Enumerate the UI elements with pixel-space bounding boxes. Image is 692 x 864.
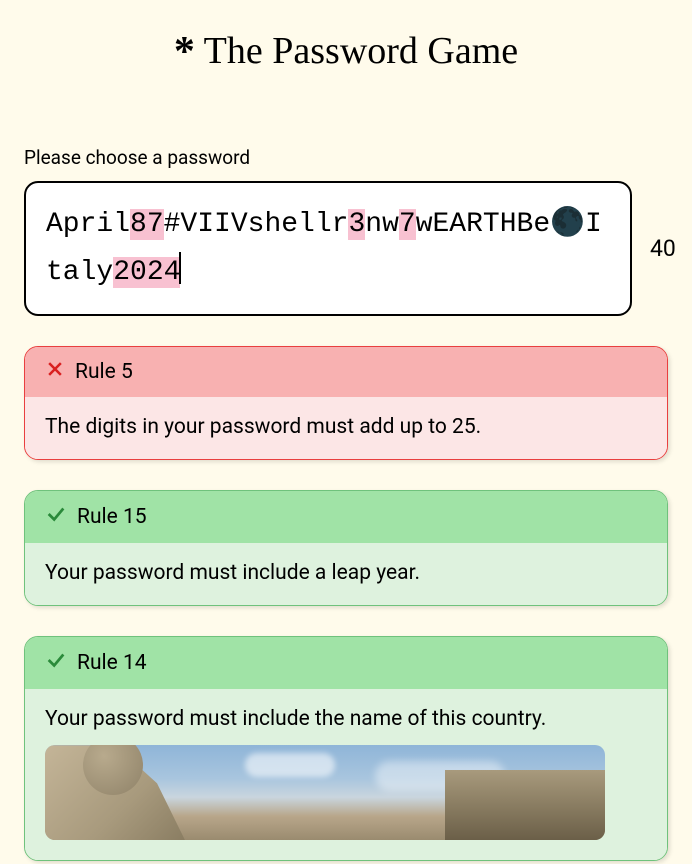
password-text-segment: #VIIVshellr xyxy=(164,209,349,240)
asterisk-icon: * xyxy=(174,29,195,75)
password-input[interactable]: April87#VIIVshellr3nw7wEARTHBe🌑Italy2024 xyxy=(24,181,632,316)
character-count: 40 xyxy=(650,235,676,262)
check-icon xyxy=(45,649,67,677)
rule-header: Rule 14 xyxy=(25,637,667,689)
password-digit-segment: 87 xyxy=(130,209,164,240)
title-text: The Password Game xyxy=(204,30,518,72)
rule-header: Rule 15 xyxy=(25,491,667,543)
password-text-segment: nw xyxy=(365,209,399,240)
password-digit-segment: 2024 xyxy=(113,257,180,288)
check-icon xyxy=(45,503,67,531)
rule-number: Rule 14 xyxy=(77,651,147,675)
rule-number: Rule 15 xyxy=(77,505,147,529)
password-text-segment: April xyxy=(46,209,130,240)
password-digit-segment: 3 xyxy=(348,209,365,240)
rule-number: Rule 5 xyxy=(75,360,133,384)
rule-text: Your password must include the name of t… xyxy=(45,707,647,731)
password-digit-segment: 7 xyxy=(399,209,416,240)
x-icon xyxy=(45,359,65,385)
page-title: * The Password Game xyxy=(0,0,692,146)
rule-header: Rule 5 xyxy=(25,347,667,397)
password-prompt: Please choose a password xyxy=(24,146,668,169)
rule-text: Your password must include a leap year. xyxy=(45,561,647,585)
rule-body: The digits in your password must add up … xyxy=(25,397,667,459)
rule-card: Rule 14 Your password must include the na… xyxy=(24,636,668,861)
geoguesser-image[interactable] xyxy=(45,745,605,840)
rule-body: Your password must include a leap year. xyxy=(25,543,667,605)
rule-text: The digits in your password must add up … xyxy=(45,415,647,439)
rule-card: Rule 15 Your password must include a leap… xyxy=(24,490,668,606)
text-cursor xyxy=(179,252,181,284)
rule-body: Your password must include the name of t… xyxy=(25,689,667,860)
rule-card: Rule 5 The digits in your password must a… xyxy=(24,346,668,460)
